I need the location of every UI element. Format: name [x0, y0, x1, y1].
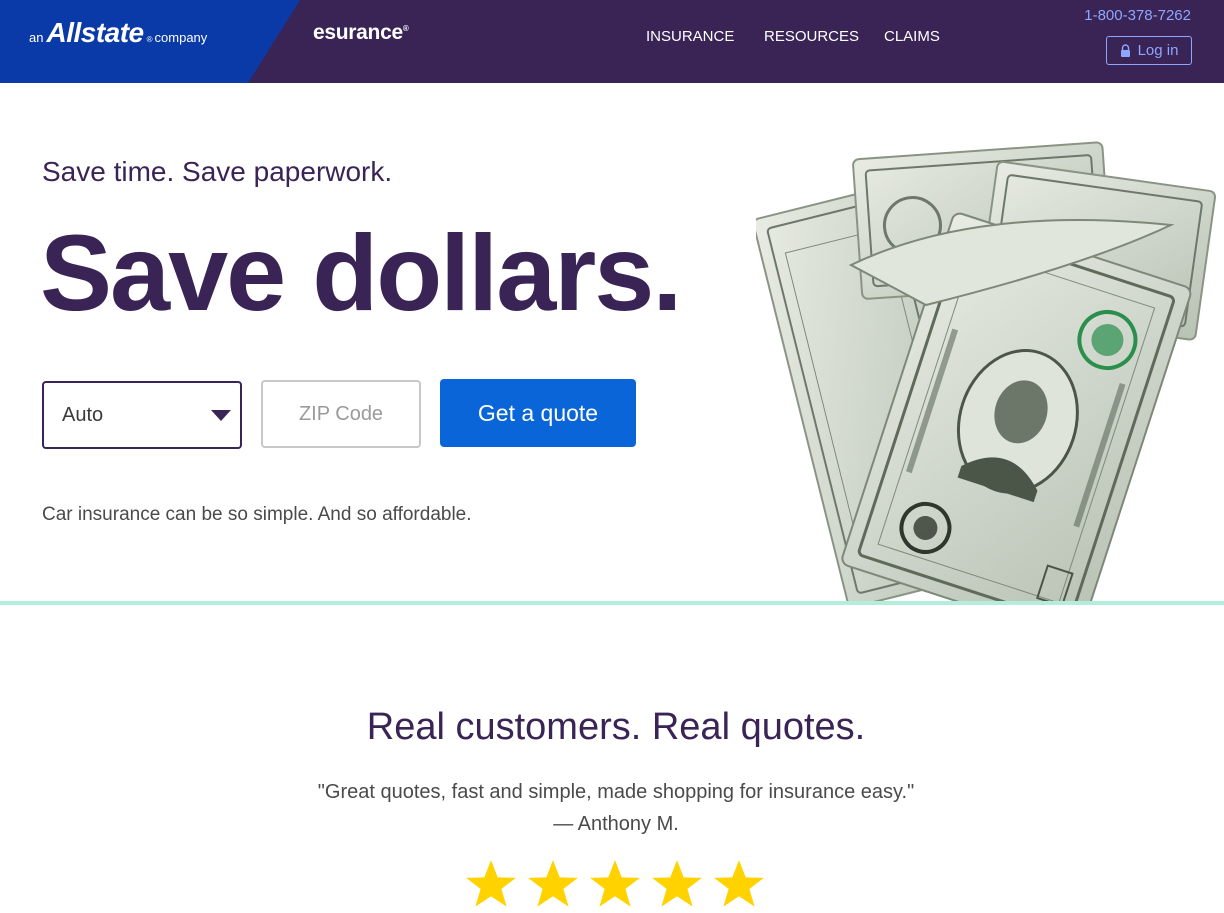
- star-icon: [652, 860, 702, 907]
- login-label: Log in: [1137, 42, 1179, 59]
- esurance-logo-reg: ®: [402, 24, 409, 33]
- nav-insurance[interactable]: INSURANCE: [646, 28, 734, 45]
- login-button[interactable]: Log in: [1106, 36, 1192, 65]
- allstate-logo-suffix: company: [154, 30, 208, 45]
- reviews-title: Real customers. Real quotes.: [366, 706, 866, 748]
- star-icon: [528, 860, 578, 907]
- zip-code-input[interactable]: [261, 380, 421, 448]
- site-header: an Allstate ® company esurance® INSURANC…: [0, 0, 1224, 83]
- allstate-logo[interactable]: an Allstate ® company: [29, 17, 207, 49]
- section-divider: [0, 601, 1224, 605]
- nav-resources[interactable]: RESOURCES: [764, 28, 859, 45]
- review-quote: "Great quotes, fast and simple, made sho…: [317, 781, 915, 803]
- lock-icon: [1120, 44, 1130, 57]
- allstate-logo-prefix: an: [29, 30, 44, 45]
- star-icon: [714, 860, 764, 907]
- caret-down-icon: [211, 409, 231, 421]
- esurance-logo-name: esurance: [313, 21, 403, 44]
- esurance-logo[interactable]: esurance®: [313, 21, 409, 45]
- nav-claims[interactable]: CLAIMS: [884, 28, 940, 45]
- star-icon: [590, 860, 640, 907]
- hero-tagline: Save time. Save paperwork.: [42, 156, 393, 187]
- insurance-type-select[interactable]: Auto: [42, 381, 242, 449]
- allstate-logo-reg: ®: [146, 35, 153, 44]
- insurance-type-value: Auto: [62, 403, 104, 426]
- allstate-logo-name: Allstate: [46, 17, 144, 48]
- dollar-bills-image: [756, 141, 1217, 603]
- hero-subcopy: Car insurance can be so simple. And so a…: [42, 504, 472, 525]
- review-author: — Anthony M.: [553, 813, 679, 835]
- rating-stars: [465, 860, 765, 910]
- hero-headline: Save dollars.: [40, 212, 682, 333]
- star-icon: [466, 860, 516, 907]
- get-quote-button[interactable]: Get a quote: [440, 379, 636, 447]
- phone-link[interactable]: 1-800-378-7262: [1084, 7, 1191, 24]
